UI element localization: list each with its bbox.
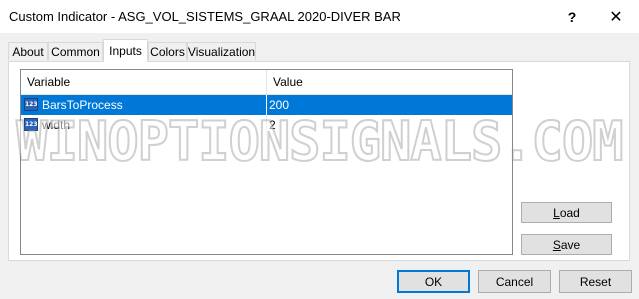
table-row[interactable]: 123 width 2: [21, 115, 512, 135]
inputs-table: Variable Value 123 BarsToProcess 200 123…: [20, 69, 513, 255]
close-button[interactable]: ✕: [593, 0, 639, 33]
reset-button[interactable]: Reset: [559, 270, 632, 293]
save-label-rest: ave: [560, 237, 581, 252]
load-button[interactable]: Load: [521, 202, 612, 223]
dialog-client-area: About Common Inputs Colors Visualization…: [0, 33, 639, 299]
variable-value[interactable]: 200: [267, 95, 512, 115]
tab-colors[interactable]: Colors: [148, 42, 187, 60]
ok-button[interactable]: OK: [397, 270, 470, 293]
title-bar: Custom Indicator - ASG_VOL_SISTEMS_GRAAL…: [0, 0, 639, 33]
help-button[interactable]: ?: [549, 0, 595, 33]
variable-value[interactable]: 2: [267, 115, 512, 135]
cancel-button[interactable]: Cancel: [478, 270, 551, 293]
window-title: Custom Indicator - ASG_VOL_SISTEMS_GRAAL…: [9, 9, 401, 24]
tab-common[interactable]: Common: [48, 42, 103, 60]
table-header: Variable Value: [21, 70, 512, 95]
load-label-rest: oad: [559, 205, 580, 220]
tab-about[interactable]: About: [8, 42, 48, 60]
column-header-value[interactable]: Value: [267, 70, 512, 94]
variable-name: BarsToProcess: [21, 95, 267, 115]
load-accelerator: L: [553, 205, 560, 220]
save-accelerator: S: [552, 237, 561, 252]
inputs-panel: Variable Value 123 BarsToProcess 200 123…: [8, 61, 630, 261]
column-header-variable[interactable]: Variable: [21, 70, 267, 94]
tab-inputs[interactable]: Inputs: [103, 39, 148, 62]
tab-visualization[interactable]: Visualization: [187, 42, 256, 60]
save-button[interactable]: Save: [521, 234, 612, 255]
variable-name: width: [21, 115, 267, 135]
table-row[interactable]: 123 BarsToProcess 200: [21, 95, 512, 115]
